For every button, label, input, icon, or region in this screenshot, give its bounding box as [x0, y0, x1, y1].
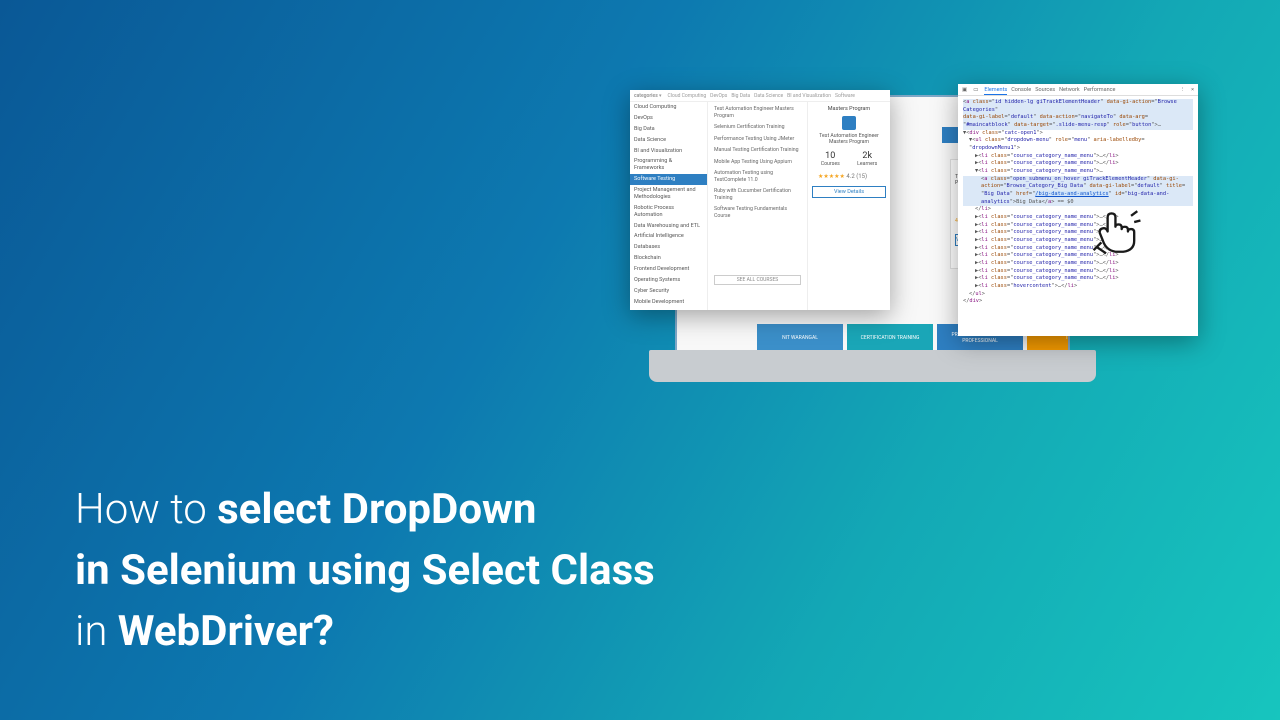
devtools-panel: ▣ ▭ Elements Console Sources Network Perform… [958, 84, 1198, 336]
headline: How to select DropDown in Selenium using… [75, 480, 655, 663]
category-item[interactable]: BI and Visualization [630, 146, 707, 157]
category-item[interactable]: DevOps [630, 113, 707, 124]
course-item[interactable]: Software Testing Fundamentals Course [714, 206, 801, 219]
star-rating: ★★★★★ 4.2 (15) [812, 173, 886, 180]
course-item[interactable]: Mobile App Testing Using Appium [714, 159, 801, 166]
category-item[interactable]: Data Science [630, 135, 707, 146]
category-item[interactable]: Architecture & Design Patterns [630, 308, 707, 311]
inspect-icon[interactable]: ▣ [962, 87, 967, 93]
dom-li-node[interactable]: ▶<li class="course_category_name_menu">…… [963, 237, 1193, 245]
top-nav-item[interactable]: Software [835, 93, 855, 99]
dom-li-node[interactable]: ▶<li class="course_category_name_menu">…… [963, 252, 1193, 260]
categories-trigger[interactable]: categories ▾ [634, 93, 662, 99]
category-item[interactable]: Blockchain [630, 253, 707, 264]
devtools-tab[interactable]: Performance [1084, 87, 1116, 93]
devtools-tab[interactable]: Network [1059, 87, 1080, 93]
category-item[interactable]: Mobile Development [630, 297, 707, 308]
category-list: Cloud ComputingDevOpsBig DataData Scienc… [630, 102, 708, 310]
top-nav-item[interactable]: Big Data [731, 93, 750, 99]
dom-li-node[interactable]: ▶<li class="course_category_name_menu">…… [963, 153, 1193, 161]
dom-li-node[interactable]: ▶<li class="course_category_name_menu">…… [963, 275, 1193, 283]
devtools-dom-tree[interactable]: <a class="id hidden-lg giTrackElementHea… [958, 96, 1198, 309]
course-item[interactable]: Automation Testing using TestComplete 11… [714, 170, 801, 183]
top-nav-item[interactable]: Cloud Computing [668, 93, 707, 99]
program-title: Test Automation Engineer Masters Program [812, 133, 886, 145]
course-item[interactable]: Performance Testing Using JMeter [714, 136, 801, 143]
view-details-button[interactable]: View Details [812, 186, 886, 198]
dom-li-node[interactable]: ▶<li class="course_category_name_menu">…… [963, 260, 1193, 268]
dom-li-node[interactable]: ▶<li class="course_category_name_menu">…… [963, 222, 1193, 230]
dom-li-node[interactable]: ▶<li class="course_category_name_menu">…… [963, 268, 1193, 276]
categories-panel: categories ▾ Cloud ComputingDevOpsBig Da… [630, 90, 890, 310]
devtools-tabs: ▣ ▭ Elements Console Sources Network Perform… [958, 84, 1198, 96]
headline-l1b: select DropDown [217, 485, 536, 534]
devtools-tab[interactable]: Sources [1035, 87, 1055, 93]
stat-learners: 2k Learners [857, 151, 877, 167]
course-item[interactable]: Ruby with Cucumber Certification Trainin… [714, 188, 801, 201]
category-item[interactable]: Software Testing [630, 174, 707, 185]
top-nav: categories ▾ Cloud ComputingDevOps Big Da… [630, 90, 890, 102]
course-item[interactable]: Selenium Certification Training [714, 124, 801, 131]
category-item[interactable]: Frontend Development [630, 264, 707, 275]
program-label: Masters Program [812, 106, 886, 112]
device-icon[interactable]: ▭ [973, 87, 978, 93]
devtools-tab[interactable]: Elements [984, 87, 1007, 95]
course-item[interactable]: Test Automation Engineer Masters Program [714, 106, 801, 119]
masters-program-card: Masters Program Test Automation Engineer… [808, 102, 890, 310]
dom-li-node[interactable]: ▶<li class="course_category_name_menu">…… [963, 245, 1193, 253]
laptop-base [655, 360, 1090, 372]
dom-li-node[interactable]: ▶<li class="course_category_name_menu">…… [963, 229, 1193, 237]
category-item[interactable]: Programming & Frameworks [630, 156, 707, 174]
dom-li-node[interactable]: ▶<li class="course_category_name_menu">…… [963, 214, 1193, 222]
category-item[interactable]: Operating Systems [630, 275, 707, 286]
see-all-button[interactable]: SEE ALL COURSES [714, 275, 801, 285]
category-item[interactable]: Data Warehousing and ETL [630, 221, 707, 232]
dom-li-node[interactable]: ▶<li class="course_category_name_menu">…… [963, 160, 1193, 168]
bg-badge: NIT WARANGAL [757, 324, 843, 352]
top-nav-item[interactable]: DevOps [710, 93, 727, 99]
course-item[interactable]: Manual Testing Certification Training [714, 147, 801, 154]
category-item[interactable]: Project Management and Methodologies [630, 185, 707, 203]
devtools-menu-icon[interactable]: ⋮ [1180, 87, 1186, 93]
headline-l3b: WebDriver? [118, 607, 334, 656]
program-icon [842, 116, 856, 130]
devtools-close-icon[interactable]: × [1191, 87, 1194, 93]
category-item[interactable]: Cloud Computing [630, 102, 707, 113]
category-item[interactable]: Artificial Intelligence [630, 231, 707, 242]
devtools-tab[interactable]: Console [1011, 87, 1031, 93]
bg-badge: CERTIFICATION TRAINING [847, 324, 933, 352]
category-item[interactable]: Robotic Process Automation [630, 203, 707, 221]
headline-l3a: in [75, 607, 118, 656]
top-nav-item[interactable]: Data Science [754, 93, 783, 99]
category-item[interactable]: Cyber Security [630, 286, 707, 297]
top-nav-item[interactable]: BI and Visualization [787, 93, 831, 99]
category-item[interactable]: Databases [630, 242, 707, 253]
headline-l2: in Selenium using Select Class [75, 541, 655, 602]
course-list: Test Automation Engineer Masters Program… [708, 102, 808, 310]
category-item[interactable]: Big Data [630, 124, 707, 135]
headline-l1a: How to [75, 485, 217, 534]
stat-courses: 10 Courses [821, 151, 840, 167]
